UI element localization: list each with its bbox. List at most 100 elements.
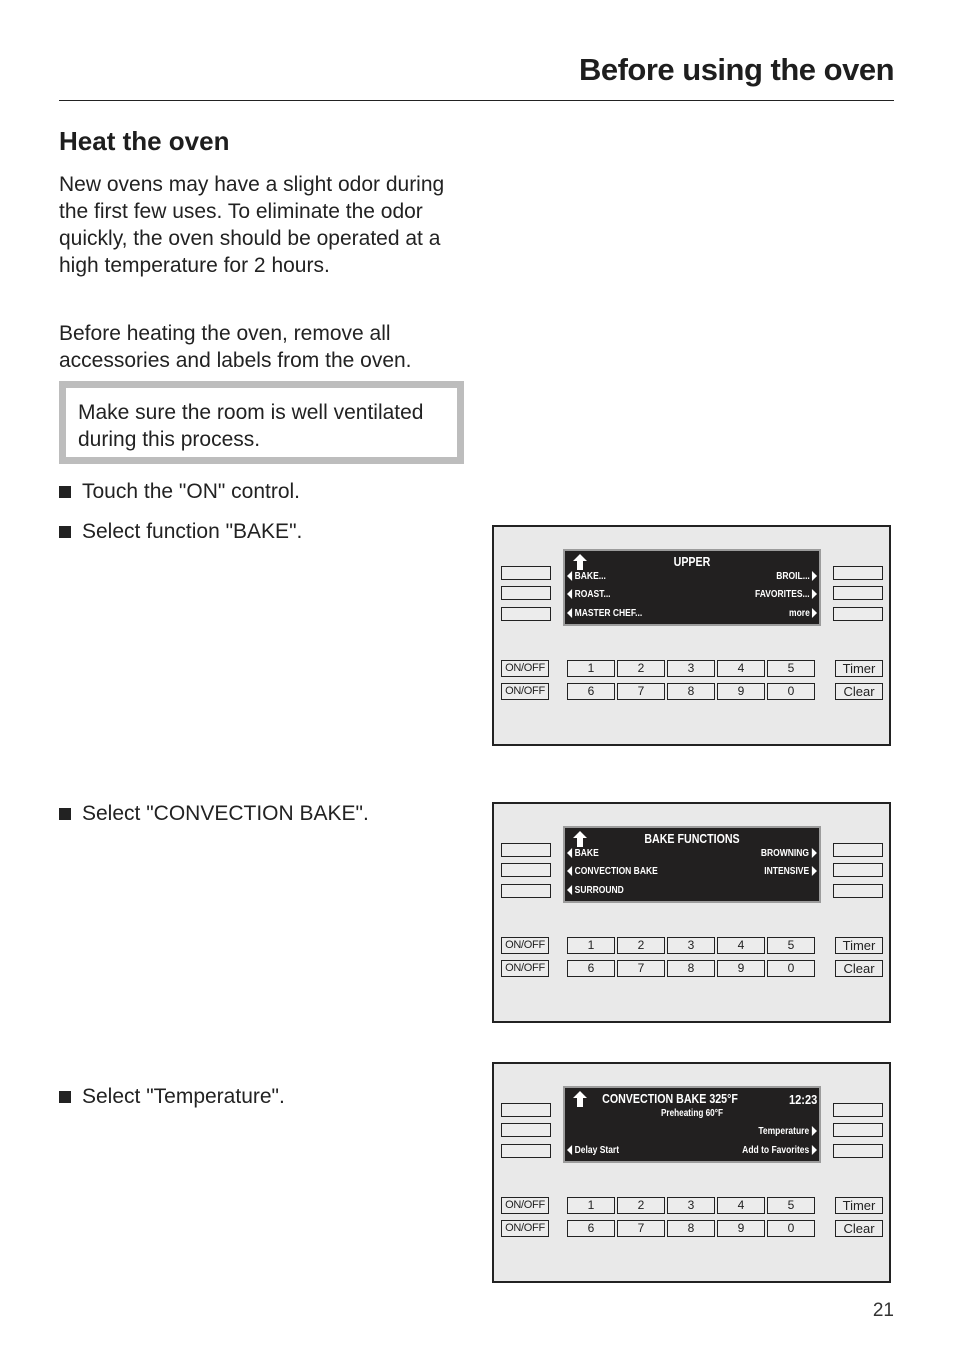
number-key[interactable]: 5: [767, 660, 815, 677]
number-key[interactable]: 6: [567, 683, 615, 700]
display-subtitle: Preheating 60°F: [660, 1108, 724, 1119]
soft-key-right-3[interactable]: [833, 607, 883, 621]
menu-option-left[interactable]: Delay Start: [567, 1145, 619, 1156]
lcd-display: BAKE FUNCTIONS BAKE CONVECTION BAKE SURROUN…: [563, 826, 821, 903]
soft-key-left-3[interactable]: [501, 1144, 551, 1158]
on-off-button-upper[interactable]: ON/OFF: [501, 937, 549, 954]
bullet-icon: [59, 808, 71, 820]
preparation-paragraph: Before heating the oven, remove all acce…: [59, 322, 412, 372]
number-key[interactable]: 0: [767, 960, 815, 977]
soft-key-right-3[interactable]: [833, 1144, 883, 1158]
menu-option-left[interactable]: CONVECTION BAKE: [567, 866, 658, 877]
number-key[interactable]: 7: [617, 960, 665, 977]
menu-option-right[interactable]: INTENSIVE: [764, 866, 817, 877]
timer-button[interactable]: Timer: [835, 937, 883, 954]
on-off-button-upper[interactable]: ON/OFF: [501, 660, 549, 677]
step-text: Select "CONVECTION BAKE".: [82, 802, 369, 825]
number-key[interactable]: 5: [767, 1197, 815, 1214]
soft-key-right-1[interactable]: [833, 566, 883, 580]
on-off-button-lower[interactable]: ON/OFF: [501, 1220, 549, 1237]
bullet-icon: [59, 486, 71, 498]
step-item: Select function "BAKE".: [59, 520, 302, 544]
soft-key-right-1[interactable]: [833, 1103, 883, 1117]
number-key[interactable]: 1: [567, 937, 615, 954]
menu-option-right[interactable]: BROIL...: [776, 571, 817, 582]
soft-key-left-1[interactable]: [501, 566, 551, 580]
ventilation-note: Make sure the room is well ventilated du…: [59, 381, 464, 464]
step-item: Select "CONVECTION BAKE".: [59, 802, 369, 826]
number-key[interactable]: 8: [667, 960, 715, 977]
menu-option-left[interactable]: MASTER CHEF...: [567, 608, 642, 619]
number-key[interactable]: 2: [617, 660, 665, 677]
bullet-icon: [59, 526, 71, 538]
soft-key-left-3[interactable]: [501, 884, 551, 898]
number-key[interactable]: 9: [717, 683, 765, 700]
soft-key-left-2[interactable]: [501, 863, 551, 877]
number-key[interactable]: 4: [717, 937, 765, 954]
number-key[interactable]: 0: [767, 683, 815, 700]
menu-option-left[interactable]: BAKE: [567, 848, 599, 859]
number-key[interactable]: 6: [567, 1220, 615, 1237]
page-header-title: Before using the oven: [578, 52, 895, 87]
soft-key-right-2[interactable]: [833, 863, 883, 877]
soft-key-left-2[interactable]: [501, 586, 551, 600]
soft-key-right-3[interactable]: [833, 884, 883, 898]
menu-option-left[interactable]: SURROUND: [567, 885, 624, 896]
number-key[interactable]: 1: [567, 660, 615, 677]
arrow-left-icon: [567, 848, 573, 859]
arrow-left-icon: [567, 589, 573, 600]
arrow-right-icon: [811, 1145, 817, 1156]
menu-option-left[interactable]: BAKE...: [567, 571, 606, 582]
control-panel-upper: UPPER BAKE... ROAST... MASTER CHEF... BROIL.…: [492, 525, 891, 746]
arrow-right-icon: [811, 866, 817, 877]
number-key[interactable]: 3: [667, 1197, 715, 1214]
soft-key-right-2[interactable]: [833, 1123, 883, 1137]
number-key[interactable]: 9: [717, 1220, 765, 1237]
menu-option-right[interactable]: Add to Favorites: [742, 1145, 817, 1156]
soft-key-right-1[interactable]: [833, 843, 883, 857]
display-clock: 12:23: [788, 1092, 817, 1107]
soft-key-left-2[interactable]: [501, 1123, 551, 1137]
number-key[interactable]: 3: [667, 660, 715, 677]
number-key[interactable]: 9: [717, 960, 765, 977]
number-key[interactable]: 7: [617, 683, 665, 700]
menu-option-right[interactable]: Temperature: [758, 1126, 817, 1137]
number-key[interactable]: 0: [767, 1220, 815, 1237]
number-key[interactable]: 7: [617, 1220, 665, 1237]
soft-key-left-1[interactable]: [501, 1103, 551, 1117]
step-text: Select function "BAKE".: [82, 520, 303, 543]
number-key[interactable]: 5: [767, 937, 815, 954]
number-key[interactable]: 2: [617, 937, 665, 954]
on-off-button-lower[interactable]: ON/OFF: [501, 960, 549, 977]
number-key[interactable]: 3: [667, 937, 715, 954]
number-key[interactable]: 8: [667, 1220, 715, 1237]
arrow-right-icon: [811, 589, 817, 600]
soft-key-left-1[interactable]: [501, 843, 551, 857]
up-arrow-icon[interactable]: [573, 831, 587, 847]
bullet-icon: [59, 1091, 71, 1103]
number-key[interactable]: 8: [667, 683, 715, 700]
intro-paragraph: New ovens may have a slight odor during …: [59, 173, 445, 277]
menu-option-right[interactable]: more: [789, 608, 817, 619]
clear-button[interactable]: Clear: [835, 960, 883, 977]
on-off-button-lower[interactable]: ON/OFF: [501, 683, 549, 700]
step-text: Select "Temperature".: [82, 1085, 285, 1108]
clear-button[interactable]: Clear: [835, 1220, 883, 1237]
soft-key-right-2[interactable]: [833, 586, 883, 600]
menu-option-right[interactable]: BROWNING: [761, 848, 817, 859]
menu-option-left[interactable]: ROAST...: [567, 589, 611, 600]
arrow-left-icon: [567, 608, 573, 619]
number-key[interactable]: 1: [567, 1197, 615, 1214]
menu-option-right[interactable]: FAVORITES...: [755, 589, 817, 600]
arrow-right-icon: [811, 571, 817, 582]
number-key[interactable]: 4: [717, 660, 765, 677]
clear-button[interactable]: Clear: [835, 683, 883, 700]
number-key[interactable]: 4: [717, 1197, 765, 1214]
number-key[interactable]: 6: [567, 960, 615, 977]
timer-button[interactable]: Timer: [835, 1197, 883, 1214]
up-arrow-icon[interactable]: [573, 554, 587, 570]
timer-button[interactable]: Timer: [835, 660, 883, 677]
number-key[interactable]: 2: [617, 1197, 665, 1214]
soft-key-left-3[interactable]: [501, 607, 551, 621]
on-off-button-upper[interactable]: ON/OFF: [501, 1197, 549, 1214]
